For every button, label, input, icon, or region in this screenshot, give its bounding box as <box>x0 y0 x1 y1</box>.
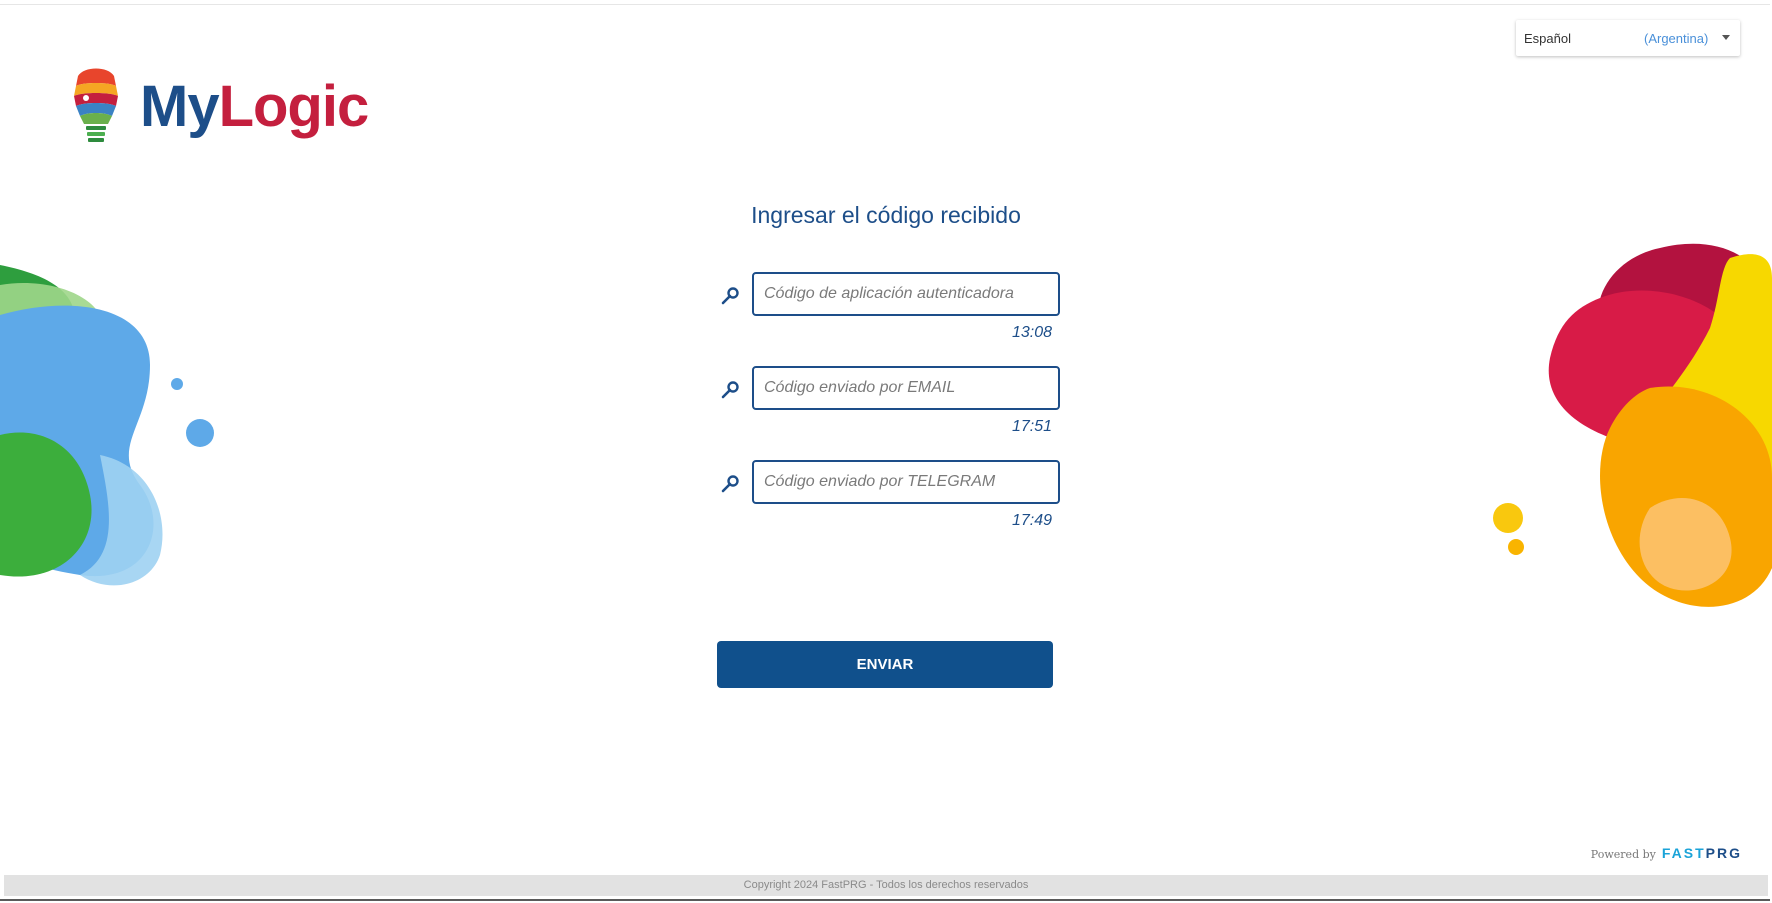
telegram-code-timer: 17:49 <box>1011 512 1052 529</box>
authenticator-code-timer: 13:08 <box>1011 324 1052 341</box>
footer-bar: Copyright 2024 FastPRG - Todos los derec… <box>4 875 1768 896</box>
email-code-timer: 17:51 <box>1011 418 1052 435</box>
fastprg-logo-part2: PRG <box>1705 845 1742 861</box>
logo-text-logic: Logic <box>218 74 370 139</box>
email-code-input[interactable] <box>752 366 1060 410</box>
logo-mark-icon <box>74 68 118 142</box>
mylogic-logo: MyLogic <box>70 66 369 148</box>
key-icon <box>721 287 739 305</box>
powered-by: Powered by FASTPRG <box>1591 845 1742 861</box>
language-select[interactable]: Español (Argentina) <box>1516 20 1740 56</box>
powered-by-label: Powered by <box>1590 848 1656 861</box>
decorative-blob-left <box>0 265 214 586</box>
language-region: (Argentina) <box>1644 30 1709 46</box>
key-icon <box>721 381 739 399</box>
logo-wordmark: MyLogic <box>140 78 369 136</box>
fastprg-logo-part1: FAST <box>1661 845 1706 861</box>
form-title: Ingresar el código recibido <box>751 202 1021 228</box>
authenticator-code-input[interactable] <box>752 272 1060 316</box>
decorative-blob-right <box>1493 243 1772 607</box>
telegram-code-input[interactable] <box>752 460 1060 504</box>
logo-text-my: My <box>140 74 220 139</box>
chevron-down-icon <box>1722 35 1730 40</box>
copyright-text: Copyright 2024 FastPRG - Todos los derec… <box>743 879 1029 891</box>
fastprg-logo[interactable]: FASTPRG <box>1662 845 1742 861</box>
key-icon <box>721 475 739 493</box>
language-name: Español <box>1524 30 1571 46</box>
send-button[interactable]: ENVIAR <box>717 641 1053 688</box>
